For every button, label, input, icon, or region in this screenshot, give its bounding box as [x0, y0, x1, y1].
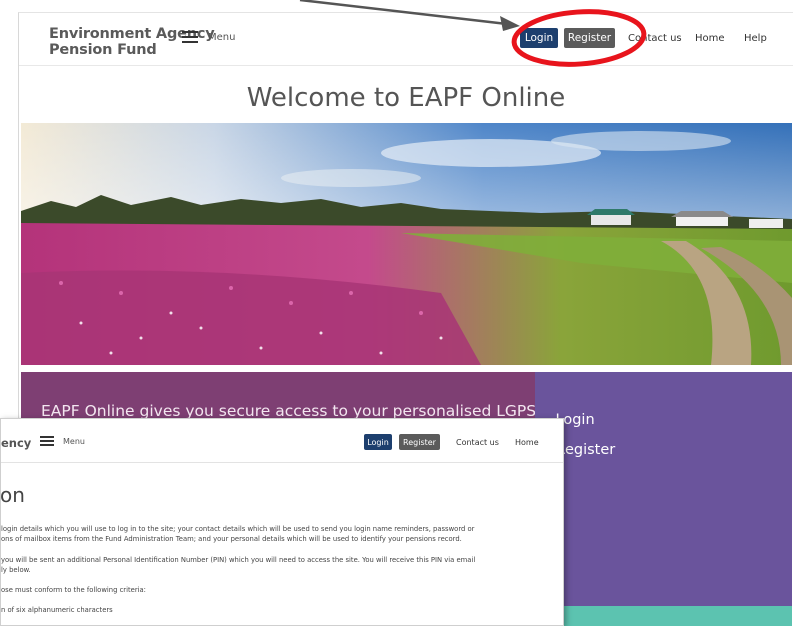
contact-us-link[interactable]: Contact us [456, 438, 499, 447]
login-button[interactable]: Login [364, 434, 392, 450]
paragraph-line: ons of mailbox items from the Fund Admin… [1, 535, 462, 543]
hamburger-icon[interactable] [40, 436, 54, 446]
hamburger-icon[interactable] [182, 31, 198, 43]
paragraph-line: ly below. [1, 566, 31, 574]
paragraph-line: login details which you will use to log … [1, 525, 475, 533]
side-register-label: Register [555, 442, 616, 458]
hero-landscape-image [21, 123, 792, 365]
menu-label[interactable]: Menu [208, 32, 235, 43]
page-title: Welcome to EAPF Online [246, 83, 566, 113]
home-link[interactable]: Home [695, 33, 725, 44]
screenshot-stage: Environment Agency Pension Fund Menu Log… [0, 0, 795, 626]
paragraph-line: you will be sent an additional Personal … [1, 556, 476, 564]
paragraph-line: ose must conform to the following criter… [1, 586, 146, 594]
help-link[interactable]: Help [744, 33, 767, 44]
login-button[interactable]: Login [520, 28, 558, 48]
home-link[interactable]: Home [515, 438, 539, 447]
register-button[interactable]: Register [399, 434, 440, 450]
site-header: Environment Agency Pension Fund Menu Log… [19, 13, 793, 66]
front-header: ency Menu Login Register Contact us Home [1, 419, 563, 463]
contact-us-link[interactable]: Contact us [628, 33, 682, 44]
page-title: on [0, 483, 25, 507]
side-links-panel: ▸Login ▸Register [535, 372, 792, 606]
front-brand[interactable]: ency [1, 436, 31, 450]
registration-page-window: ency Menu Login Register Contact us Home… [0, 418, 564, 626]
menu-label[interactable]: Menu [63, 437, 85, 446]
brand-line-2: Pension Fund [49, 42, 157, 58]
paragraph-line: n of six alphanumeric characters [1, 606, 113, 614]
register-button[interactable]: Register [564, 28, 615, 48]
teal-strip [535, 606, 792, 626]
